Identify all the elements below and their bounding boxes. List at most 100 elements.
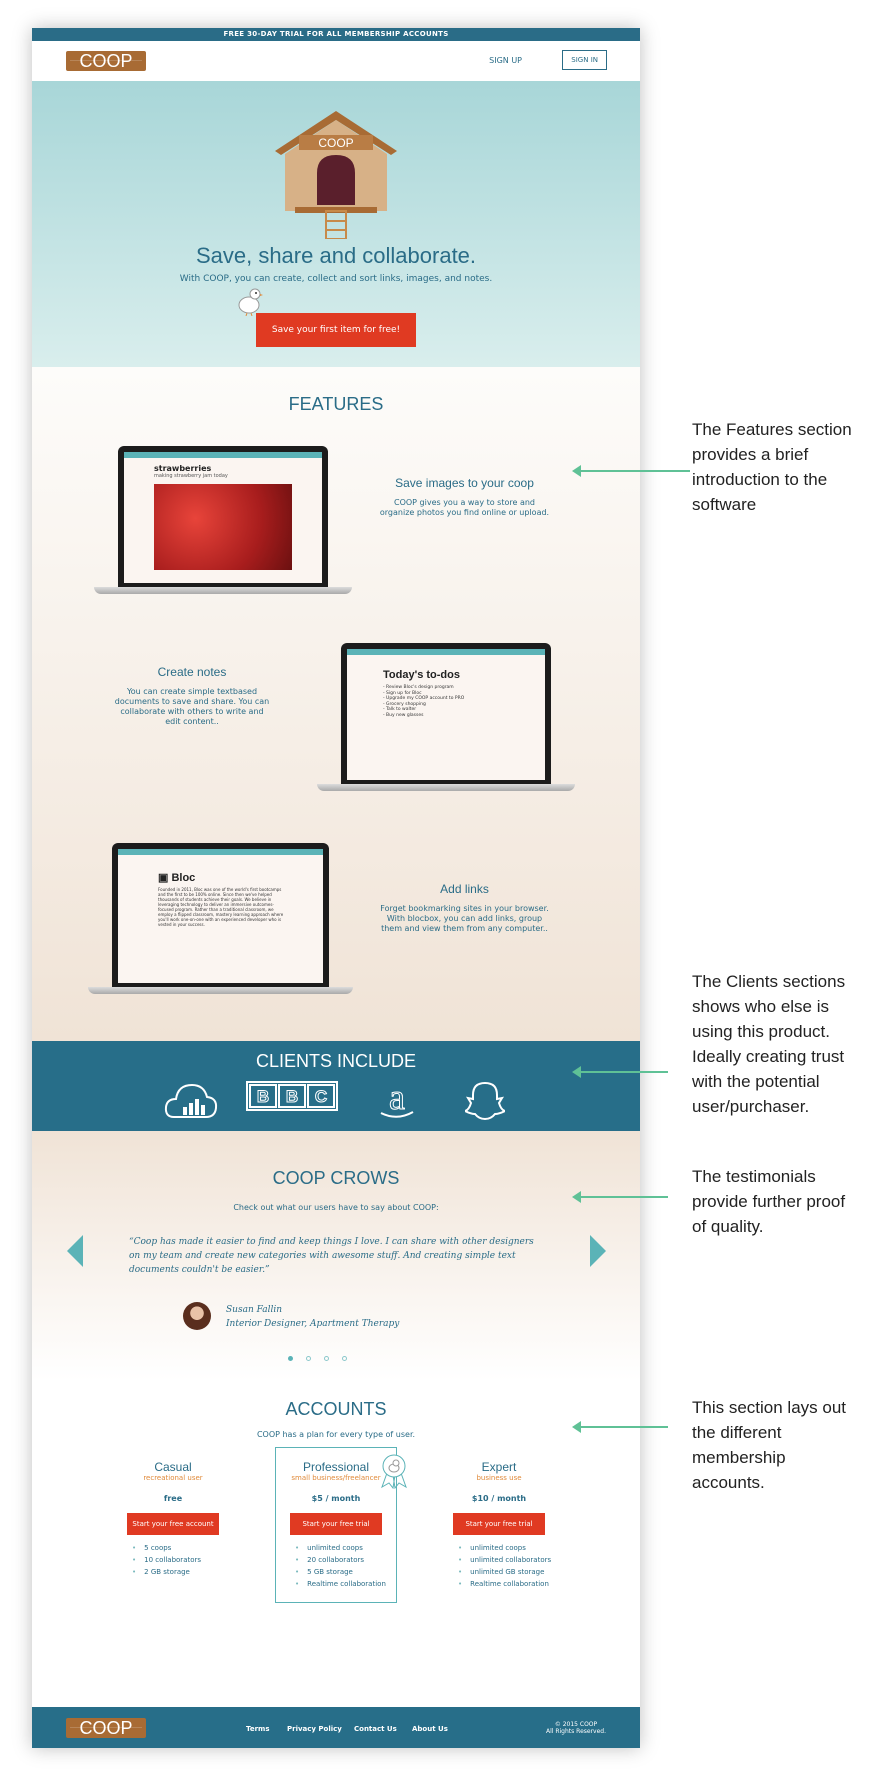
plan-feature: unlimited collaborators [458, 1554, 554, 1566]
plan-expert: Expert business use $10 / month Start yo… [444, 1460, 554, 1590]
footer-coop-logo[interactable]: COOP [66, 1718, 146, 1738]
copyright-text: © 2015 COOP [554, 1721, 598, 1728]
feature-text-line: organize photos you find online or uploa… [379, 508, 550, 517]
feature-title-links: Add links [440, 882, 489, 896]
feature-text-line: Forget bookmarking sites in your browser… [380, 904, 549, 913]
feature-text-line: You can create simple textbased [126, 687, 258, 696]
annotation-accounts: This section lays out the different memb… [692, 1395, 872, 1495]
plan-feature: Realtime collaboration [295, 1578, 391, 1590]
carousel-dot[interactable] [324, 1356, 329, 1361]
author-avatar [183, 1302, 211, 1330]
sign-in-button[interactable]: SIGN IN [562, 50, 607, 70]
prev-arrow-icon[interactable] [67, 1235, 83, 1267]
annotation-features: The Features section provides a brief in… [692, 417, 872, 517]
annotation-line: membership [692, 1448, 786, 1467]
feature-title-images: Save images to your coop [395, 476, 534, 490]
feature-title-notes: Create notes [157, 665, 227, 679]
footer: COOP Terms Privacy Policy Contact Us Abo… [32, 1707, 640, 1748]
bloc-text-line: vested in your success. [158, 922, 205, 927]
feature-text-line: edit content.. [165, 717, 219, 726]
svg-text:C: C [315, 1087, 327, 1106]
annotation-line: shows who else is [692, 997, 830, 1016]
plan-feature: Realtime collaboration [458, 1578, 554, 1590]
carousel-dot-active[interactable] [288, 1356, 293, 1361]
plan-type: business use [476, 1474, 522, 1482]
plan-features: 5 coops 10 collaborators 2 GB storage [132, 1542, 228, 1578]
coop-logo[interactable]: COOP [66, 51, 146, 71]
svg-text:B: B [257, 1087, 269, 1106]
plan-feature: unlimited coops [458, 1542, 554, 1554]
annotation-arrow [572, 1191, 668, 1203]
annotation-testimonials: The testimonials provide further proof o… [692, 1164, 872, 1239]
testimonials-subtitle: Check out what our users have to say abo… [233, 1203, 439, 1212]
annotation-line: accounts. [692, 1473, 765, 1492]
plan-feature: unlimited GB storage [458, 1566, 554, 1578]
annotation-arrow [572, 1421, 668, 1433]
bbc-logo: B B C [246, 1081, 338, 1111]
save-first-item-button[interactable]: Save your first item for free! [256, 313, 416, 347]
sign-up-link[interactable]: SIGN UP [489, 56, 522, 65]
accounts-title: ACCOUNTS [285, 1399, 387, 1419]
annotation-clients: The Clients sections shows who else is u… [692, 969, 872, 1119]
annotation-line: This section lays out [692, 1398, 847, 1417]
plan-name: Professional [302, 1460, 370, 1474]
bloc-title: ▣ Bloc [158, 872, 196, 884]
hero-headline: Save, share and collaborate. [195, 243, 477, 268]
testimonial-quote: “Coop has made it easier to find and kee… [129, 1235, 549, 1277]
annotation-line: using this product. [692, 1022, 830, 1041]
features-section: FEATURES strawberries making strawberry … [32, 367, 640, 1041]
features-title: FEATURES [288, 394, 384, 414]
coop-house-illustration: COOP [275, 111, 397, 239]
author-role: Interior Designer, Apartment Therapy [226, 1319, 400, 1329]
testimonials-title: COOP CROWS [272, 1168, 400, 1188]
plan-price: $10 / month [471, 1494, 527, 1503]
todo-list: - Review Bloc's design program - Sign up… [347, 681, 545, 718]
annotation-line: provides a brief [692, 445, 809, 464]
house-label: COOP [318, 136, 353, 150]
accounts-subtitle: COOP has a plan for every type of user. [256, 1430, 416, 1439]
hero-subtext: With COOP, you can create, collect and s… [179, 274, 493, 284]
landing-page-mockup: FREE 30-DAY TRIAL FOR ALL MEMBERSHIP ACC… [32, 28, 640, 1748]
plan-price: $5 / month [311, 1494, 361, 1503]
footer-link-about[interactable]: About Us [412, 1725, 448, 1733]
carousel-dot[interactable] [342, 1356, 347, 1361]
rights-text: All Rights Reserved. [545, 1728, 606, 1735]
amazon-logo: a [380, 1081, 414, 1118]
annotation-line: The Features section [692, 420, 852, 439]
start-free-trial-button[interactable]: Start your free trial [290, 1513, 382, 1535]
svg-text:a: a [389, 1081, 405, 1117]
footer-link-contact[interactable]: Contact Us [354, 1725, 397, 1733]
plan-professional: Professional small business/freelancer $… [281, 1460, 391, 1590]
annotation-arrow [572, 1066, 668, 1078]
bloc-title-text: Bloc [171, 872, 196, 884]
feature-text-line: COOP gives you a way to store and [393, 498, 536, 507]
carousel-dot[interactable] [306, 1356, 311, 1361]
annotation-line: of quality. [692, 1217, 764, 1236]
annotation-line: user/purchaser. [692, 1097, 810, 1116]
plan-feature: 20 collaborators [295, 1554, 391, 1566]
footer-link-terms[interactable]: Terms [246, 1725, 270, 1733]
todo-title: Today's to-dos [383, 669, 460, 681]
feature-text-line: collaborate with others to write and [120, 707, 264, 716]
annotation-arrow [572, 465, 690, 477]
hero-section: COOP Save, share and collaborate. With C… [32, 81, 640, 367]
cloud-analytics-icon [164, 1083, 218, 1118]
footer-link-privacy[interactable]: Privacy Policy [287, 1725, 342, 1733]
annotation-line: The testimonials [692, 1167, 816, 1186]
strawberries-photo [154, 484, 292, 570]
start-free-trial-button[interactable]: Start your free trial [453, 1513, 545, 1535]
plan-name: Expert [481, 1460, 517, 1474]
next-arrow-icon[interactable] [590, 1235, 606, 1267]
start-free-account-button[interactable]: Start your free account [127, 1513, 219, 1535]
feature-text-line: With blocbox, you can add links, group [386, 914, 543, 923]
feature-text-notes: You can create simple textbased document… [112, 687, 272, 727]
laptop-images: strawberries making strawberry jam today [94, 446, 352, 596]
plan-feature: 5 coops [132, 1542, 228, 1554]
announcement-bar: FREE 30-DAY TRIAL FOR ALL MEMBERSHIP ACC… [32, 28, 640, 41]
quote-line: “Coop has made it easier to find and kee… [129, 1237, 534, 1247]
chicken-icon [238, 288, 263, 316]
annotation-line: with the potential [692, 1072, 820, 1091]
annotation-line: Ideally creating trust [692, 1047, 845, 1066]
accounts-section: ACCOUNTS COOP has a plan for every type … [32, 1381, 640, 1707]
svg-text:B: B [286, 1087, 298, 1106]
